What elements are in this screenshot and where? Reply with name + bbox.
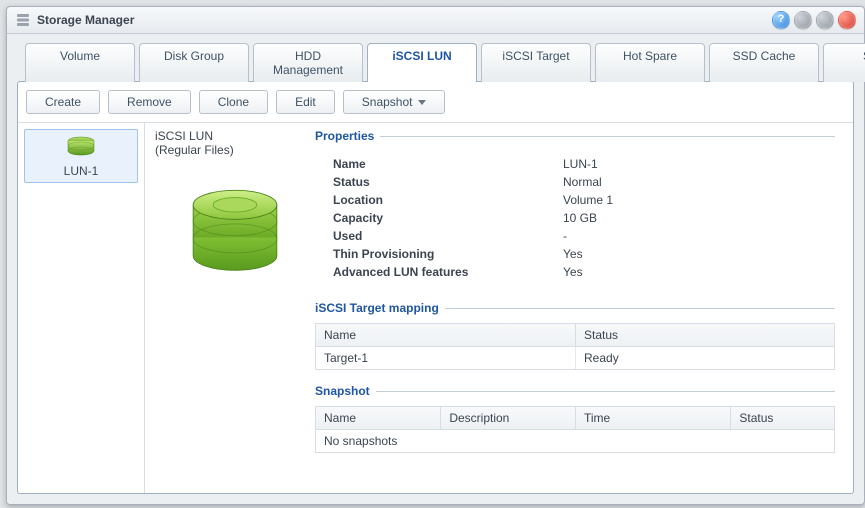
tab-ssd-cache[interactable]: SSD Cache (709, 43, 819, 82)
tab-volume[interactable]: Volume (25, 43, 135, 82)
col-description[interactable]: Description (440, 407, 575, 429)
lun-disk-large-icon (180, 183, 290, 286)
properties-table: Name LUN-1 Status Normal Location Volume… (333, 155, 835, 281)
prop-value: Yes (563, 265, 835, 279)
properties-legend: Properties (315, 129, 380, 143)
window-body: Volume Disk Group HDD Management iSCSI L… (7, 34, 864, 504)
detail-big-icon-wrap (155, 183, 315, 286)
snapshot-header: Name Description Time Status (316, 407, 834, 430)
snapshot-dropdown-button[interactable]: Snapshot (343, 90, 446, 114)
storage-manager-app-icon (15, 12, 31, 28)
maximize-button[interactable] (816, 11, 834, 29)
prop-key: Thin Provisioning (333, 247, 563, 261)
snapshot-button-label: Snapshot (362, 95, 413, 109)
prop-row-capacity: Capacity 10 GB (333, 209, 835, 227)
col-name[interactable]: Name (316, 324, 575, 346)
detail-subheading: (Regular Files) (155, 143, 315, 157)
prop-value: - (563, 229, 835, 243)
prop-key: Status (333, 175, 563, 189)
detail-pane: iSCSI LUN (Regular Files) (145, 123, 853, 493)
target-mapping-table: Name Status Target-1 Ready (315, 323, 835, 370)
target-mapping-section: iSCSI Target mapping Name Status Target-… (315, 301, 835, 370)
tab-hdd-management[interactable]: HDD Management (253, 43, 363, 82)
prop-row-advanced-lun: Advanced LUN features Yes (333, 263, 835, 281)
detail-summary: iSCSI LUN (Regular Files) (155, 129, 315, 487)
clone-button[interactable]: Clone (199, 90, 268, 114)
snapshot-section: Snapshot Name Description Time Status No… (315, 384, 835, 453)
minimize-button[interactable] (794, 11, 812, 29)
prop-value: LUN-1 (563, 157, 835, 171)
storage-manager-window: Storage Manager ? Volume Disk Group HDD … (6, 6, 865, 505)
target-mapping-header: Name Status (316, 324, 834, 347)
col-status[interactable]: Status (575, 324, 834, 346)
window-controls: ? (772, 11, 856, 29)
remove-button[interactable]: Remove (108, 90, 191, 114)
create-button[interactable]: Create (26, 90, 100, 114)
lun-list-sidebar: LUN-1 (18, 123, 145, 493)
prop-key: Location (333, 193, 563, 207)
cell-status: Ready (575, 347, 834, 369)
edit-button[interactable]: Edit (276, 90, 335, 114)
cell-name: Target-1 (316, 347, 575, 369)
tab-hot-spare[interactable]: Hot Spare (595, 43, 705, 82)
chevron-down-icon (418, 100, 426, 105)
prop-row-name: Name LUN-1 (333, 155, 835, 173)
lun-list-item-label: LUN-1 (64, 164, 99, 178)
close-button[interactable] (838, 11, 856, 29)
target-mapping-legend: iSCSI Target mapping (315, 301, 445, 315)
snapshot-table: Name Description Time Status No snapshot… (315, 406, 835, 453)
prop-row-thin-provisioning: Thin Provisioning Yes (333, 245, 835, 263)
help-button[interactable]: ? (772, 11, 790, 29)
prop-value: 10 GB (563, 211, 835, 225)
properties-section: Properties Name LUN-1 Status Normal (315, 129, 835, 287)
tab-strip: Volume Disk Group HDD Management iSCSI L… (17, 42, 854, 81)
col-status[interactable]: Status (730, 407, 834, 429)
tab-iscsi-target[interactable]: iSCSI Target (481, 43, 591, 82)
table-empty-row: No snapshots (316, 430, 834, 452)
lun-disk-icon (65, 136, 97, 160)
prop-value: Normal (563, 175, 835, 189)
lun-list-item[interactable]: LUN-1 (24, 129, 138, 183)
prop-row-used: Used - (333, 227, 835, 245)
titlebar[interactable]: Storage Manager ? (7, 7, 864, 34)
tab-disk-group[interactable]: Disk Group (139, 43, 249, 82)
window-title: Storage Manager (37, 13, 772, 27)
col-name[interactable]: Name (316, 407, 440, 429)
col-time[interactable]: Time (575, 407, 730, 429)
prop-value: Volume 1 (563, 193, 835, 207)
tab-swap[interactable]: Swap (823, 43, 865, 82)
detail-sections: Properties Name LUN-1 Status Normal (315, 129, 835, 487)
content-area: LUN-1 iSCSI LUN (Regular Files) (18, 122, 853, 493)
table-row[interactable]: Target-1 Ready (316, 347, 834, 369)
empty-text: No snapshots (316, 430, 834, 452)
prop-key: Used (333, 229, 563, 243)
detail-heading: iSCSI LUN (155, 129, 315, 143)
snapshot-legend: Snapshot (315, 384, 376, 398)
tab-panel: Create Remove Clone Edit Snapshot (17, 81, 854, 494)
prop-key: Advanced LUN features (333, 265, 563, 279)
prop-value: Yes (563, 247, 835, 261)
prop-key: Name (333, 157, 563, 171)
prop-row-status: Status Normal (333, 173, 835, 191)
prop-key: Capacity (333, 211, 563, 225)
prop-row-location: Location Volume 1 (333, 191, 835, 209)
toolbar: Create Remove Clone Edit Snapshot (18, 82, 853, 122)
tab-iscsi-lun[interactable]: iSCSI LUN (367, 43, 477, 82)
